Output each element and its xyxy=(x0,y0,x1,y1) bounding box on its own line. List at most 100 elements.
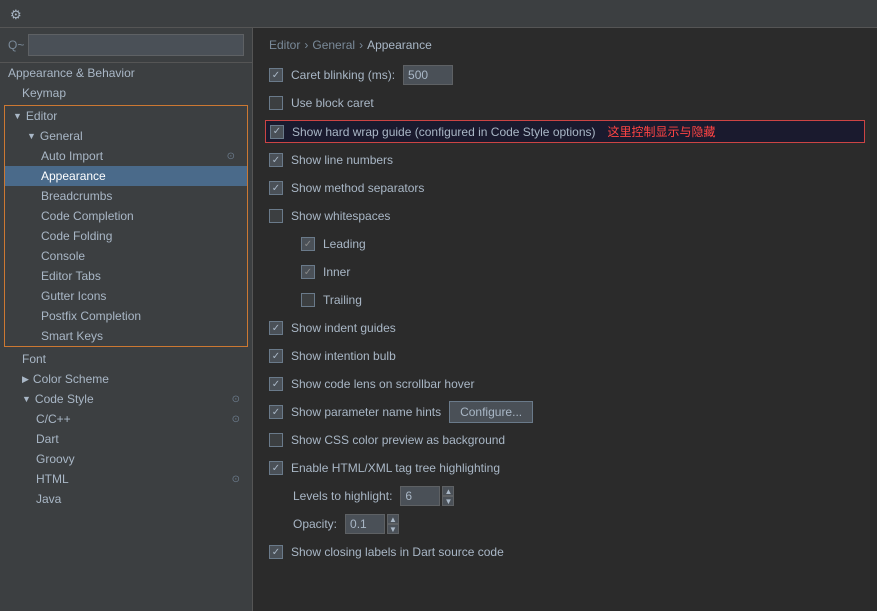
spinner-up-opacity[interactable]: ▲ xyxy=(387,514,399,524)
footer-url xyxy=(861,603,877,611)
search-bar: Q~ xyxy=(0,28,252,63)
spinner-up-levels-to-highlight[interactable]: ▲ xyxy=(442,486,454,496)
sidebar-item-label: Breadcrumbs xyxy=(41,189,239,203)
setting-row-leading: Leading xyxy=(269,233,861,255)
right-icon: ⊙ xyxy=(227,151,235,162)
breadcrumb: Editor › General › Appearance xyxy=(269,38,861,52)
checkbox-trailing[interactable] xyxy=(301,293,315,307)
checkbox-show-closing-labels[interactable] xyxy=(269,545,283,559)
arrow-icon: ▼ xyxy=(22,394,31,404)
sidebar-item-label: General xyxy=(40,129,239,143)
right-icon: ⊙ xyxy=(232,394,240,405)
sidebar-item-label: Groovy xyxy=(36,452,244,466)
label-leading: Leading xyxy=(323,237,366,251)
sidebar-item-label: HTML xyxy=(36,472,232,486)
spinner-input-opacity[interactable] xyxy=(345,514,385,534)
sidebar-item-keymap[interactable]: Keymap xyxy=(0,83,252,103)
checkbox-show-line-numbers[interactable] xyxy=(269,153,283,167)
sidebar-item-label: Code Completion xyxy=(41,209,239,223)
label-show-method-separators: Show method separators xyxy=(291,181,424,195)
sidebar-item-label: Code Style xyxy=(35,392,232,406)
sidebar-item-appearance[interactable]: Appearance xyxy=(5,166,247,186)
checkbox-inner[interactable] xyxy=(301,265,315,279)
sidebar-item-postfix-completion[interactable]: Postfix Completion xyxy=(5,306,247,326)
main-layout: Q~ Appearance & BehaviorKeymap▼Editor▼Ge… xyxy=(0,28,877,611)
sidebar-nav: Appearance & BehaviorKeymap▼Editor▼Gener… xyxy=(0,63,252,509)
label-show-hard-wrap: Show hard wrap guide (configured in Code… xyxy=(292,125,596,139)
checkbox-show-code-lens[interactable] xyxy=(269,377,283,391)
setting-row-show-indent-guides: Show indent guides xyxy=(269,317,861,339)
setting-row-levels-to-highlight: Levels to highlight: ▲ ▼ xyxy=(269,485,861,507)
sidebar-item-groovy[interactable]: Groovy xyxy=(0,449,252,469)
label-show-line-numbers: Show line numbers xyxy=(291,153,393,167)
sidebar-item-java[interactable]: Java xyxy=(0,489,252,509)
checkbox-show-parameter-hints[interactable] xyxy=(269,405,283,419)
sidebar-item-html[interactable]: HTML⊙ xyxy=(0,469,252,489)
sidebar-item-breadcrumbs[interactable]: Breadcrumbs xyxy=(5,186,247,206)
sidebar-item-label: Smart Keys xyxy=(41,329,239,343)
sidebar-item-console[interactable]: Console xyxy=(5,246,247,266)
sidebar-item-editor[interactable]: ▼Editor xyxy=(5,106,247,126)
checkbox-leading[interactable] xyxy=(301,237,315,251)
spinner-down-opacity[interactable]: ▼ xyxy=(387,524,399,534)
setting-row-show-closing-labels: Show closing labels in Dart source code xyxy=(269,541,861,563)
right-icon: ⊙ xyxy=(232,414,240,425)
setting-row-show-css-color: Show CSS color preview as background xyxy=(269,429,861,451)
spinner-down-levels-to-highlight[interactable]: ▼ xyxy=(442,496,454,506)
checkbox-enable-html-xml[interactable] xyxy=(269,461,283,475)
sidebar-item-code-folding[interactable]: Code Folding xyxy=(5,226,247,246)
sidebar-item-label: Editor xyxy=(26,109,239,123)
sidebar-item-color-scheme[interactable]: ▶Color Scheme xyxy=(0,369,252,389)
sidebar-item-label: Color Scheme xyxy=(33,372,244,386)
input-caret-blinking[interactable] xyxy=(403,65,453,85)
setting-row-inner: Inner xyxy=(269,261,861,283)
checkbox-show-indent-guides[interactable] xyxy=(269,321,283,335)
content-area: Editor › General › Appearance Caret blin… xyxy=(253,28,877,611)
sidebar-item-auto-import[interactable]: Auto Import⊙ xyxy=(5,146,247,166)
setting-row-opacity: Opacity: ▲ ▼ xyxy=(269,513,861,535)
sidebar-item-label: Gutter Icons xyxy=(41,289,239,303)
configure-button-show-parameter-hints[interactable]: Configure... xyxy=(449,401,533,423)
checkbox-show-method-separators[interactable] xyxy=(269,181,283,195)
sidebar-item-label: Font xyxy=(22,352,244,366)
checkbox-caret-blinking[interactable] xyxy=(269,68,283,82)
sidebar-item-code-style[interactable]: ▼ Code Style⊙ xyxy=(0,389,252,409)
label-show-intention-bulb: Show intention bulb xyxy=(291,349,396,363)
label-show-closing-labels: Show closing labels in Dart source code xyxy=(291,545,504,559)
label-trailing: Trailing xyxy=(323,293,362,307)
sidebar-item-label: Dart xyxy=(36,432,244,446)
breadcrumb-general: General xyxy=(312,38,355,52)
setting-label-opacity: Opacity: xyxy=(293,517,337,531)
sidebar-item-label: Keymap xyxy=(22,86,244,100)
right-icon: ⊙ xyxy=(232,474,240,485)
sidebar-item-appearance-behavior[interactable]: Appearance & Behavior xyxy=(0,63,252,83)
checkbox-show-hard-wrap[interactable] xyxy=(270,125,284,139)
sidebar-item-cpp[interactable]: C/C++⊙ xyxy=(0,409,252,429)
sidebar-item-gutter-icons[interactable]: Gutter Icons xyxy=(5,286,247,306)
label-show-whitespaces: Show whitespaces xyxy=(291,209,390,223)
sidebar-item-code-completion[interactable]: Code Completion xyxy=(5,206,247,226)
sidebar-item-label: Console xyxy=(41,249,239,263)
checkbox-use-block-caret[interactable] xyxy=(269,96,283,110)
sidebar-item-label: Java xyxy=(36,492,244,506)
spinner-levels-to-highlight: ▲ ▼ xyxy=(400,486,454,506)
checkbox-show-intention-bulb[interactable] xyxy=(269,349,283,363)
sidebar-item-dart[interactable]: Dart xyxy=(0,429,252,449)
label-use-block-caret: Use block caret xyxy=(291,96,374,110)
sidebar-item-smart-keys[interactable]: Smart Keys xyxy=(5,326,247,346)
sidebar-item-editor-tabs[interactable]: Editor Tabs xyxy=(5,266,247,286)
checkbox-show-whitespaces[interactable] xyxy=(269,209,283,223)
setting-row-show-parameter-hints: Show parameter name hintsConfigure... xyxy=(269,401,861,423)
sidebar-item-general[interactable]: ▼General xyxy=(5,126,247,146)
spinner-input-levels-to-highlight[interactable] xyxy=(400,486,440,506)
breadcrumb-editor: Editor xyxy=(269,38,300,52)
setting-row-show-code-lens: Show code lens on scrollbar hover xyxy=(269,373,861,395)
setting-row-show-line-numbers: Show line numbers xyxy=(269,149,861,171)
label-show-css-color: Show CSS color preview as background xyxy=(291,433,505,447)
sidebar-item-font[interactable]: Font xyxy=(0,349,252,369)
label-inner: Inner xyxy=(323,265,350,279)
settings-rows: Caret blinking (ms):Use block caretShow … xyxy=(269,64,861,563)
checkbox-show-css-color[interactable] xyxy=(269,433,283,447)
chinese-annotation: 这里控制显示与隐藏 xyxy=(608,123,716,140)
search-input[interactable] xyxy=(28,34,244,56)
